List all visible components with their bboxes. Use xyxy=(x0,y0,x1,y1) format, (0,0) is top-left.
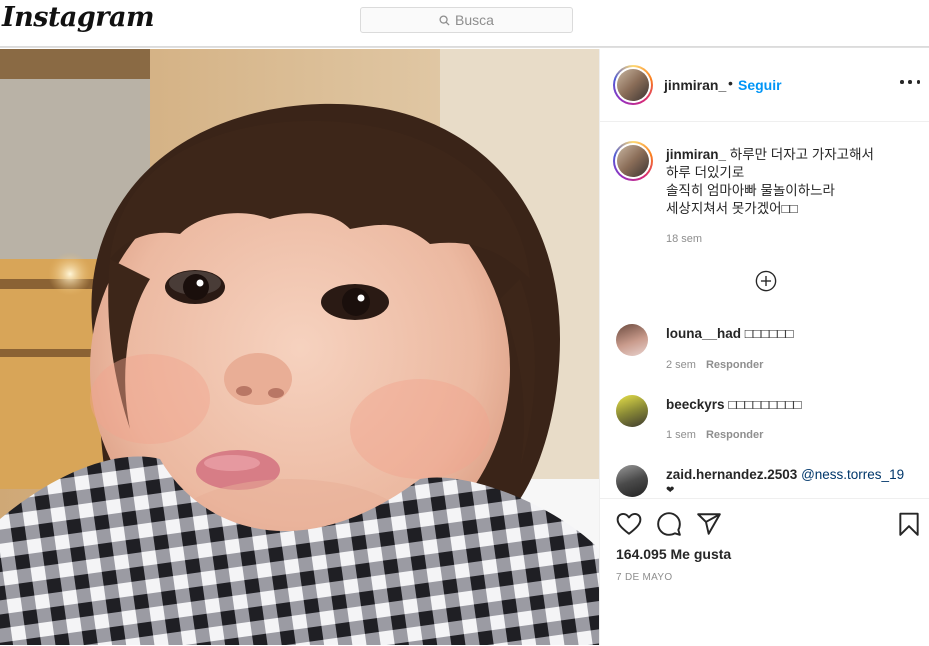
comment-mention[interactable]: @ness.torres_19 xyxy=(801,467,904,482)
post-caption: jinmiran_ 하루만 더자고 가자고해서 하루 더있기로 솔직히 엄마아빠… xyxy=(666,146,921,218)
post-image[interactable] xyxy=(0,49,599,645)
share-icon[interactable] xyxy=(696,511,722,537)
caption-username[interactable]: jinmiran_ xyxy=(666,147,726,162)
bookmark-icon[interactable] xyxy=(896,511,922,537)
comment-text: □□□□□□□□□ xyxy=(728,397,802,412)
caption-line-4: 세상지쳐서 못가겠어□□ xyxy=(666,201,798,216)
post-header: jinmiran_ • Seguir xyxy=(600,49,929,122)
divider xyxy=(0,47,929,48)
comment-continuation: ❤ xyxy=(666,485,675,496)
comment-meta: 2 sem Responder xyxy=(666,359,763,371)
caption-line-2: 하루 더있기로 xyxy=(666,165,745,180)
commenter-username[interactable]: louna__had xyxy=(666,326,741,341)
search-icon xyxy=(439,14,450,26)
more-options-icon[interactable] xyxy=(900,75,920,89)
search-input[interactable]: Busca xyxy=(360,7,573,33)
commenter-avatar[interactable] xyxy=(616,395,648,427)
author-username[interactable]: jinmiran_ xyxy=(664,77,726,93)
caption-line-1: 하루만 더자고 가자고해서 xyxy=(729,147,874,162)
comment-icon[interactable] xyxy=(656,511,682,537)
post-actions: 164.095 Me gusta 7 DE MAYO xyxy=(600,498,929,646)
reply-button[interactable]: Responder xyxy=(706,429,763,441)
top-navbar: Instagram Busca xyxy=(0,0,929,47)
post-date[interactable]: 7 DE MAYO xyxy=(616,572,672,583)
comment-time[interactable]: 2 sem xyxy=(666,359,696,371)
heart-icon[interactable] xyxy=(616,511,642,537)
author-avatar[interactable] xyxy=(613,65,653,105)
caption-avatar[interactable] xyxy=(613,141,653,181)
comment-meta: 1 sem Responder xyxy=(666,429,763,441)
caption-line-3: 솔직히 엄마아빠 물놀이하느라 xyxy=(666,183,835,198)
commenter-avatar[interactable] xyxy=(616,324,648,356)
comment-text: □□□□□□ xyxy=(744,326,794,341)
comment-item: zaid.hernandez.2503 @ness.torres_19 xyxy=(666,467,904,482)
add-comment-icon[interactable] xyxy=(755,270,777,292)
follow-button[interactable]: Seguir xyxy=(738,77,782,93)
commenter-username[interactable]: zaid.hernandez.2503 xyxy=(666,467,797,482)
post-photo-illustration xyxy=(0,49,599,645)
separator-dot: • xyxy=(728,75,733,91)
search-placeholder: Busca xyxy=(455,12,494,28)
instagram-logo[interactable]: Instagram xyxy=(2,2,155,33)
post-side-panel: jinmiran_ • Seguir jinmiran_ 하루만 더자고 가자고… xyxy=(599,49,929,646)
comment-time[interactable]: 1 sem xyxy=(666,429,696,441)
comment-item: louna__had □□□□□□ xyxy=(666,326,794,341)
likes-count[interactable]: 164.095 Me gusta xyxy=(616,546,731,562)
comment-item: beeckyrs □□□□□□□□□ xyxy=(666,397,802,412)
caption-timestamp[interactable]: 18 sem xyxy=(666,233,702,245)
commenter-username[interactable]: beeckyrs xyxy=(666,397,725,412)
reply-button[interactable]: Responder xyxy=(706,359,763,371)
commenter-avatar[interactable] xyxy=(616,465,648,497)
